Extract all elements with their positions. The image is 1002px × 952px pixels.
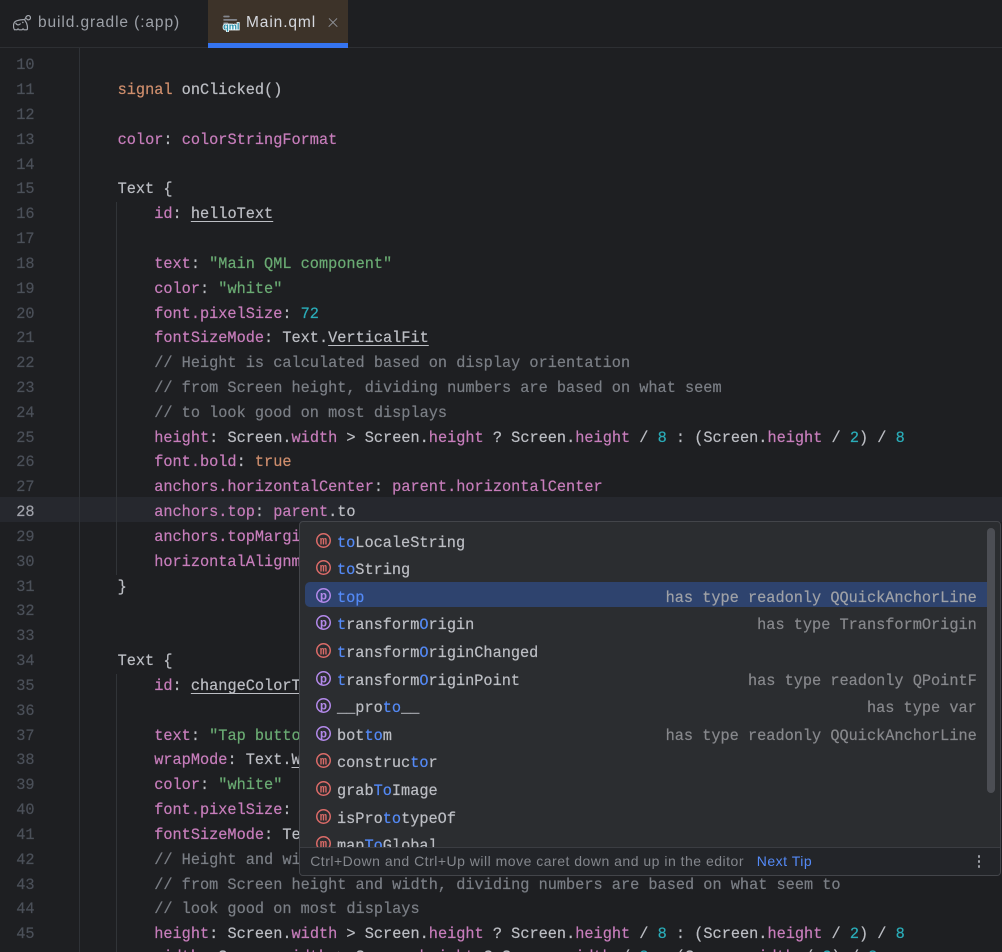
svg-text:p: p [320, 672, 327, 686]
svg-text:p: p [320, 617, 327, 631]
svg-text:p: p [320, 727, 327, 741]
svg-text:m: m [320, 782, 327, 796]
svg-text:m: m [320, 534, 327, 548]
svg-text:m: m [320, 561, 327, 575]
svg-text:m: m [320, 810, 327, 824]
svg-text:m: m [320, 755, 327, 769]
svg-text:p: p [320, 699, 327, 713]
svg-text:qml: qml [223, 21, 239, 31]
svg-text:p: p [320, 589, 327, 603]
svg-text:m: m [320, 644, 327, 658]
